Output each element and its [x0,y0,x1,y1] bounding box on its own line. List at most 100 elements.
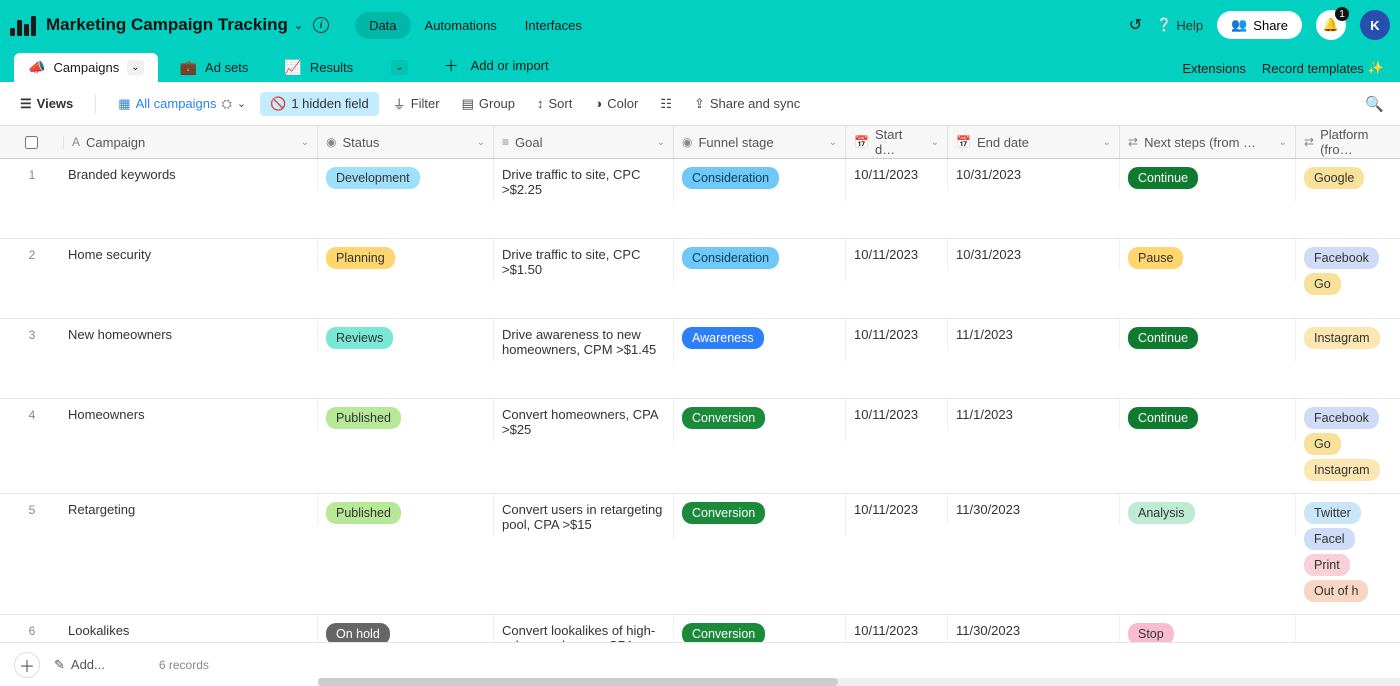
cell-status[interactable]: Published [318,399,494,441]
record-templates-button[interactable]: Record templates ✨ [1262,60,1384,76]
cell-start-date[interactable]: 10/11/2023 [846,159,948,190]
help-button[interactable]: ❔Help [1156,17,1203,33]
table-row[interactable]: 1 Branded keywords Development Drive tra… [0,159,1400,239]
notifications-button[interactable]: 🔔 1 [1316,10,1346,40]
hidden-fields-label: 1 hidden field [291,96,368,111]
cell-start-date[interactable]: 10/11/2023 [846,239,948,270]
cell-end-date[interactable]: 10/31/2023 [948,159,1120,190]
chevron-down-icon[interactable]: ⌄ [391,60,407,75]
cell-status[interactable]: Reviews [318,319,494,361]
cell-funnel[interactable]: Conversion [674,399,846,441]
cell-next-steps[interactable]: Continue [1120,399,1296,441]
cell-next-steps[interactable]: Analysis [1120,494,1296,536]
cell-campaign[interactable]: Homeowners [64,399,318,430]
table-row[interactable]: 2 Home security Planning Drive traffic t… [0,239,1400,319]
cell-platform[interactable] [1296,615,1400,631]
row-height-button[interactable]: ☷ [652,92,680,116]
cell-goal[interactable]: Drive awareness to new homeowners, CPM >… [494,319,674,365]
cell-end-date[interactable]: 10/31/2023 [948,239,1120,270]
scrollbar-thumb[interactable] [318,678,838,686]
column-header-campaign[interactable]: ACampaign⌄ [64,126,318,158]
cell-platform[interactable]: Google [1296,159,1400,201]
cell-goal[interactable]: Drive traffic to site, CPC >$2.25 [494,159,674,205]
column-header-platform[interactable]: ⇄Platform (fro… [1296,126,1400,158]
add-menu-button[interactable]: ✎Add... [54,657,105,673]
single-select-icon: ◉ [682,135,692,149]
add-or-import-button[interactable]: ＋ Add or import [430,49,563,82]
column-label: Start d… [875,127,925,157]
cell-platform[interactable]: FacebookGo [1296,239,1400,307]
table-row[interactable]: 4 Homeowners Published Convert homeowner… [0,399,1400,494]
group-button[interactable]: ▤Group [454,92,523,116]
hidden-fields-button[interactable]: 🚫1 hidden field [260,92,379,116]
column-label: Next steps (from … [1144,135,1256,150]
cell-goal[interactable]: Drive traffic to site, CPC >$1.50 [494,239,674,285]
column-header-end-date[interactable]: 📅End date⌄ [948,126,1120,158]
cell-end-date[interactable]: 11/1/2023 [948,399,1120,430]
cell-start-date[interactable]: 10/11/2023 [846,319,948,350]
cell-campaign[interactable]: New homeowners [64,319,318,350]
filter-button[interactable]: ⏚Filter [385,90,448,117]
color-button[interactable]: ◑Color [586,92,646,115]
grid-rows: 1 Branded keywords Development Drive tra… [0,159,1400,649]
cell-next-steps[interactable]: Pause [1120,239,1296,281]
column-header-status[interactable]: ◉Status⌄ [318,126,494,158]
info-icon[interactable]: i [313,17,329,33]
cell-campaign[interactable]: Retargeting [64,494,318,525]
cell-status[interactable]: Planning [318,239,494,281]
base-title[interactable]: Marketing Campaign Tracking ⌄ [46,15,303,35]
add-record-button[interactable]: ＋ [14,652,40,678]
extensions-button[interactable]: Extensions [1182,61,1246,76]
cell-goal[interactable]: Convert users in retargeting pool, CPA >… [494,494,674,540]
cell-platform[interactable]: FacebookGoInstagram [1296,399,1400,493]
column-header-goal[interactable]: ≡Goal⌄ [494,126,674,158]
base-chart-icon[interactable] [10,14,36,36]
cell-end-date[interactable]: 11/30/2023 [948,494,1120,525]
cell-end-date[interactable]: 11/1/2023 [948,319,1120,350]
current-view-button[interactable]: ▦All campaigns⛭⌄ [110,92,254,116]
select-all-checkbox[interactable] [0,136,64,149]
horizontal-scrollbar[interactable] [318,678,1400,686]
cell-status[interactable]: Development [318,159,494,201]
top-bar: Marketing Campaign Tracking ⌄ i Data Aut… [0,0,1400,50]
cell-status[interactable]: Published [318,494,494,536]
history-icon[interactable]: ↺ [1129,15,1142,35]
cell-funnel[interactable]: Consideration [674,239,846,281]
table-tab-adsets[interactable]: 💼 Ad sets [166,53,263,82]
user-avatar[interactable]: K [1360,10,1390,40]
mode-tab-interfaces[interactable]: Interfaces [511,12,596,39]
text-field-icon: A [72,135,80,149]
cell-funnel[interactable]: Awareness [674,319,846,361]
share-sync-button[interactable]: ⇪Share and sync [686,92,808,116]
cell-funnel[interactable]: Conversion [674,494,846,536]
cell-platform[interactable]: Instagram [1296,319,1400,361]
cell-funnel[interactable]: Consideration [674,159,846,201]
cell-start-date[interactable]: 10/11/2023 [846,399,948,430]
row-number: 2 [0,239,64,262]
mode-tab-data[interactable]: Data [355,12,410,39]
column-header-start-date[interactable]: 📅Start d…⌄ [846,126,948,158]
checkbox-input[interactable] [25,136,38,149]
chevron-down-icon[interactable]: ⌄ [127,60,143,75]
sort-button[interactable]: ↕Sort [529,92,580,115]
table-tab-results[interactable]: 📈 Results ⌄ [270,53,421,82]
cell-next-steps[interactable]: Continue [1120,159,1296,201]
cell-platform[interactable]: TwitterFacelPrintOut of h [1296,494,1400,614]
cell-campaign[interactable]: Branded keywords [64,159,318,190]
chevron-down-icon: ⌄ [237,97,246,110]
sparkle-icon: ✨ [1368,60,1384,76]
column-header-funnel[interactable]: ◉Funnel stage⌄ [674,126,846,158]
table-row[interactable]: 3 New homeowners Reviews Drive awareness… [0,319,1400,399]
table-tab-campaigns[interactable]: 📣 Campaigns ⌄ [14,53,158,82]
views-menu-button[interactable]: ☰Views [12,92,81,116]
table-row[interactable]: 5 Retargeting Published Convert users in… [0,494,1400,615]
cell-next-steps[interactable]: Continue [1120,319,1296,361]
share-button[interactable]: 👥 Share [1217,11,1302,39]
cell-campaign[interactable]: Home security [64,239,318,270]
mode-tab-automations[interactable]: Automations [411,12,511,39]
search-button[interactable]: 🔍 [1365,95,1384,113]
column-header-next-steps[interactable]: ⇄Next steps (from …⌄ [1120,126,1296,158]
users-icon: ⛭ [222,96,232,112]
cell-goal[interactable]: Convert homeowners, CPA >$25 [494,399,674,445]
cell-start-date[interactable]: 10/11/2023 [846,494,948,525]
